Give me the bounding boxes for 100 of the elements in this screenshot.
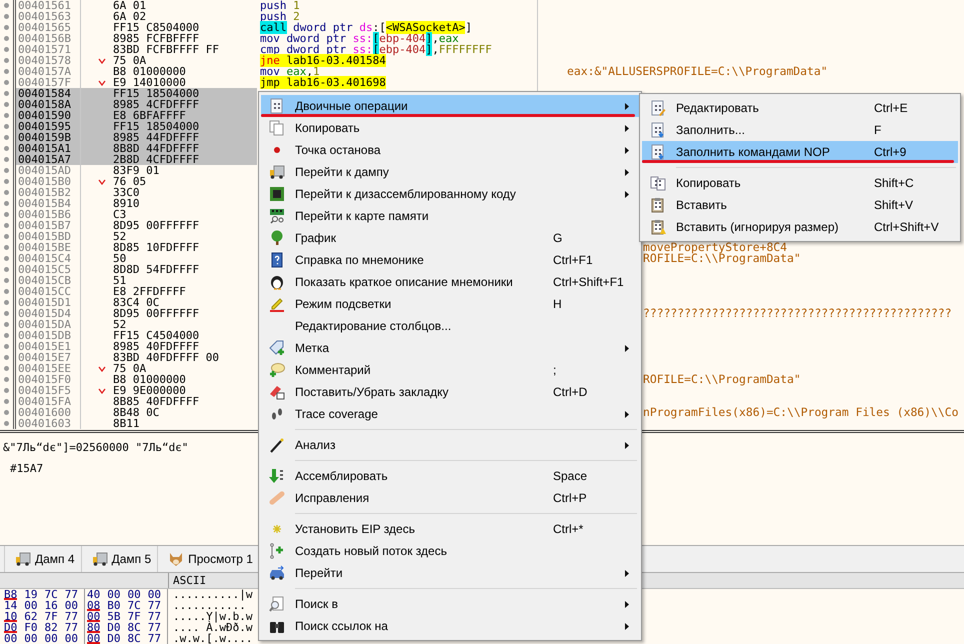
gutter-dot[interactable]: [4, 80, 9, 85]
gutter-dot[interactable]: [4, 124, 9, 129]
gutter-dot[interactable]: [4, 102, 9, 107]
hex-byte: 77: [148, 611, 161, 622]
menu-item[interactable]: Заполнить командами NOP Ctrl+9: [642, 141, 958, 163]
gutter-dot[interactable]: [4, 212, 9, 217]
gutter-dot[interactable]: [4, 355, 9, 360]
hex-byte: 77: [148, 622, 161, 633]
gutter-dot[interactable]: [4, 58, 9, 63]
address-cell: 004015C5: [16, 264, 81, 275]
hex-byte: 77: [148, 600, 161, 611]
menu-item[interactable]: Перейти к дизассемблированному коду: [261, 183, 639, 205]
bytes-cell: C3: [113, 209, 126, 220]
gutter-dot[interactable]: [4, 36, 9, 41]
hex-byte: D0: [107, 622, 120, 633]
hex-byte: 77: [64, 611, 78, 622]
gutter-dot[interactable]: [4, 146, 9, 151]
menu-item[interactable]: Редактирование столбцов...: [261, 315, 639, 337]
bytes-cell: 51: [113, 275, 126, 286]
hex-byte: 82: [44, 622, 58, 633]
gutter-dot[interactable]: [4, 300, 9, 305]
menu-item[interactable]: Показать краткое описание мнемоники Ctrl+Shift+F1: [261, 271, 639, 293]
gutter-dot[interactable]: [4, 3, 9, 8]
address-cell: 004015A7: [16, 154, 81, 165]
hex-byte: D0: [107, 633, 120, 644]
menu-item[interactable]: Создать новый поток здесь: [261, 540, 639, 562]
help-book-icon: [269, 252, 285, 268]
gutter-dot[interactable]: [4, 223, 9, 228]
menu-item[interactable]: Исправления Ctrl+P: [261, 487, 639, 509]
instruction-text: jne lab16-03.401584: [260, 54, 386, 67]
gutter-dot[interactable]: [4, 289, 9, 294]
menu-item[interactable]: Trace coverage: [261, 403, 639, 425]
gutter-dot[interactable]: [4, 14, 9, 19]
gutter-dot[interactable]: [4, 267, 9, 272]
menu-item[interactable]: Режим подсветки H: [261, 293, 639, 315]
menu-item[interactable]: Вставить (игнорируя размер) Ctrl+Shift+V: [642, 216, 958, 238]
penguin-icon: [269, 274, 285, 290]
menu-item[interactable]: Комментарий ;: [261, 359, 639, 381]
hex-byte: 77: [148, 633, 161, 644]
gutter-dot[interactable]: [4, 179, 9, 184]
gutter-dot[interactable]: [4, 69, 9, 74]
address-cell: 004015D1: [16, 297, 81, 308]
menu-item[interactable]: Поиск в: [261, 593, 639, 615]
pages-icon: [269, 120, 285, 136]
gutter-dot[interactable]: [4, 113, 9, 118]
gutter-dot[interactable]: [4, 366, 9, 371]
hex-byte: 00: [128, 589, 141, 600]
gutter-dot[interactable]: [4, 256, 9, 261]
menu-item[interactable]: Метка: [261, 337, 639, 359]
menu-item[interactable]: Копировать Shift+C: [642, 172, 958, 194]
gutter-dot[interactable]: [4, 168, 9, 173]
menu-item[interactable]: Вставить Shift+V: [642, 194, 958, 216]
menu-item[interactable]: Перейти к дампу: [261, 161, 639, 183]
menu-item[interactable]: Копировать: [261, 117, 639, 139]
menu-item[interactable]: Перейти: [261, 562, 639, 584]
hex-byte: B8: [4, 589, 18, 600]
menu-item[interactable]: Двоичные операции: [261, 95, 639, 117]
gutter-dot[interactable]: [4, 245, 9, 250]
gutter-dot[interactable]: [4, 388, 9, 393]
gutter-dot[interactable]: [4, 399, 9, 404]
menu-item[interactable]: Установить EIP здесь Ctrl+*: [261, 518, 639, 540]
bytes-cell: 2B8D 4CFDFFFF: [113, 154, 200, 165]
gutter-dot[interactable]: [4, 25, 9, 30]
menu-item[interactable]: Поиск ссылок на: [261, 615, 639, 637]
column-header: ASCII: [172, 573, 206, 588]
bytes-cell: 8D8D 54FDFFFF: [113, 264, 200, 275]
hex-byte: 5B: [107, 611, 120, 622]
gutter-dot[interactable]: [4, 278, 9, 283]
bytes-cell: 83C4 0C: [113, 297, 160, 308]
document-pencil-icon: [650, 100, 666, 116]
gutter-dot[interactable]: [4, 377, 9, 382]
gutter-dot[interactable]: [4, 47, 9, 52]
menu-item[interactable]: Ассемблировать Space: [261, 465, 639, 487]
gutter-dot[interactable]: [4, 410, 9, 415]
gutter-dot[interactable]: [4, 157, 9, 162]
gutter-dot[interactable]: [4, 190, 9, 195]
gutter-dot[interactable]: [4, 322, 9, 327]
bytes-cell: 83BD FCFBFFFF FF: [113, 44, 219, 55]
menu-item[interactable]: Анализ: [261, 434, 639, 456]
gutter-dot[interactable]: [4, 311, 9, 316]
hex-byte: 40: [87, 589, 100, 600]
gutter-dot[interactable]: [4, 333, 9, 338]
clipboard-icon: [650, 197, 666, 213]
menu-item[interactable]: Точка останова: [261, 139, 639, 161]
gutter-dot[interactable]: [4, 135, 9, 140]
bytes-cell: 83BD 40FDFFFF 00: [113, 352, 219, 363]
gutter-dot[interactable]: [4, 91, 9, 96]
hex-byte: 00: [24, 633, 38, 644]
gutter-dot[interactable]: [4, 344, 9, 349]
bytes-cell: E8 2FFDFFFF: [113, 286, 186, 297]
menu-item[interactable]: Перейти к карте памяти: [261, 205, 639, 227]
gutter-dot[interactable]: [4, 234, 9, 239]
menu-item[interactable]: График G: [261, 227, 639, 249]
menu-item[interactable]: Редактировать Ctrl+E: [642, 97, 958, 119]
menu-item[interactable]: Поставить/Убрать закладку Ctrl+D: [261, 381, 639, 403]
menu-item[interactable]: Справка по мнемонике Ctrl+F1: [261, 249, 639, 271]
gutter-dot[interactable]: [4, 201, 9, 206]
ascii-text: ...........: [172, 600, 246, 611]
gutter-dot[interactable]: [4, 421, 9, 426]
menu-item[interactable]: Заполнить... F: [642, 119, 958, 141]
